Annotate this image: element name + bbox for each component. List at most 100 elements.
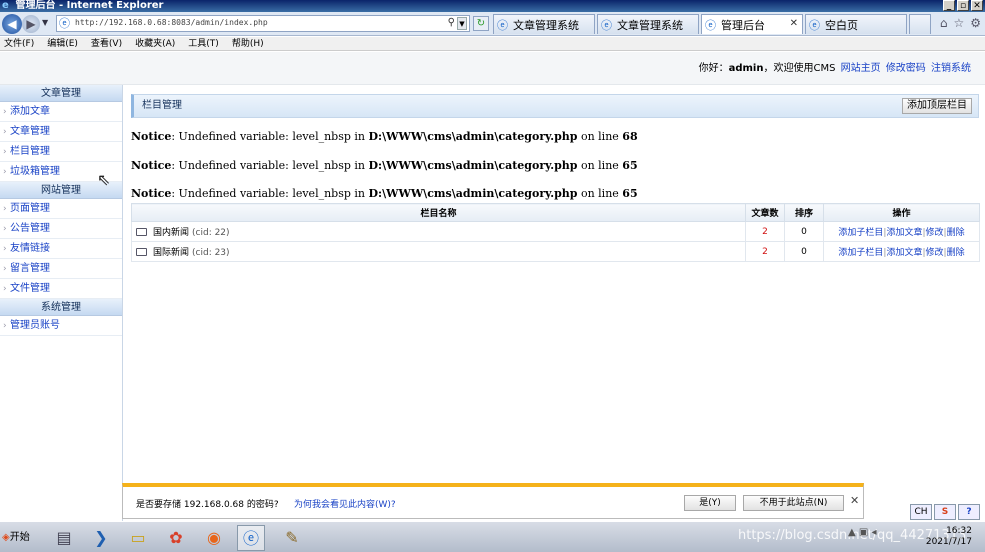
sidebar-item-category-manage[interactable]: 栏目管理 <box>0 142 122 162</box>
window-controls: _ ▫ ✕ <box>943 0 983 11</box>
change-password-link[interactable]: 修改密码 <box>886 63 926 74</box>
greeting-text: 你好： <box>698 63 729 74</box>
article-count: 2 <box>745 221 785 242</box>
category-name-cell: 国际新闻 (cid: 23) <box>131 241 746 262</box>
ie-page-icon: ⓔ <box>705 18 716 32</box>
sidebar-item-announcements[interactable]: 公告管理 <box>0 219 122 239</box>
refresh-icon[interactable]: ↻ <box>473 16 489 31</box>
address-bar[interactable]: ⓔ http://192.168.0.68:8083/admin/index.p… <box>56 15 470 32</box>
close-notification-icon[interactable]: ✕ <box>850 494 859 507</box>
internet-explorer-icon[interactable]: ⓔ <box>237 525 265 551</box>
color-wheel-icon[interactable]: ✿ <box>162 525 190 551</box>
clock[interactable]: 16:32 2021/7/17 <box>924 526 972 548</box>
search-icon[interactable]: ⚲ <box>448 17 455 28</box>
edit-link[interactable]: 修改 <box>926 228 944 238</box>
col-header-ops: 操作 <box>823 203 980 222</box>
never-for-site-button[interactable]: 不用于此站点(N) <box>743 495 844 511</box>
window-title: 管理后台 - Internet Explorer <box>15 0 164 11</box>
table-row: 国内新闻 (cid: 22) 2 0 添加子栏目|添加文章|修改|删除 <box>131 221 980 242</box>
sogou-ime-icon[interactable]: S <box>934 504 956 520</box>
forward-arrow-icon[interactable]: ▶ <box>22 15 40 33</box>
back-arrow-icon[interactable]: ◀ <box>2 14 22 34</box>
volume-icon[interactable]: ◂ <box>872 527 877 538</box>
folder-icon <box>136 227 147 236</box>
browser-toolbar: ◀ ▶ ▼ ⓔ http://192.168.0.68:8083/admin/i… <box>0 12 985 36</box>
tool-app-icon[interactable]: ✎ <box>278 525 306 551</box>
sidebar-section-system[interactable]: 系统管理 <box>0 299 122 316</box>
home-icon[interactable]: ⌂ <box>940 16 948 30</box>
sidebar-item-links[interactable]: 友情链接 <box>0 239 122 259</box>
username: admin <box>728 63 764 74</box>
menu-favorites[interactable]: 收藏夹(A) <box>135 37 175 50</box>
site-home-link[interactable]: 网站主页 <box>841 63 881 74</box>
clock-date: 2021/7/17 <box>925 537 972 547</box>
close-window-button[interactable]: ✕ <box>971 0 983 11</box>
ie-page-icon: ⓔ <box>809 18 820 32</box>
powershell-icon[interactable]: ❯ <box>87 525 115 551</box>
menu-edit[interactable]: 编辑(E) <box>47 37 78 50</box>
add-article-link[interactable]: 添加文章 <box>886 248 922 258</box>
why-see-this-link[interactable]: 为何我会看见此内容(W)? <box>294 497 396 510</box>
sidebar-item-article-manage[interactable]: 文章管理 <box>0 122 122 142</box>
logout-link[interactable]: 注销系统 <box>931 63 971 74</box>
tab-admin[interactable]: ⓔ 管理后台 ✕ <box>701 14 803 34</box>
windows-logo-icon: ◈ <box>2 532 10 543</box>
settings-gear-icon[interactable]: ⚙ <box>970 16 981 30</box>
help-icon[interactable]: ? <box>958 504 980 520</box>
start-label: 开始 <box>9 532 30 543</box>
menu-file[interactable]: 文件(F) <box>4 37 34 50</box>
start-button[interactable]: ◈开始 <box>0 525 36 550</box>
sidebar-item-add-article[interactable]: 添加文章 <box>0 102 122 122</box>
menu-tools[interactable]: 工具(T) <box>188 37 219 50</box>
maximize-button[interactable]: ▫ <box>957 0 969 11</box>
sidebar-item-messages[interactable]: 留言管理 <box>0 259 122 279</box>
menu-help[interactable]: 帮助(H) <box>232 37 264 50</box>
browser-right-buttons: ⌂ ☆ ⚙ <box>940 16 981 30</box>
new-tab-button[interactable] <box>909 14 931 34</box>
sidebar-item-files[interactable]: 文件管理 <box>0 279 122 299</box>
clock-time: 16:32 <box>946 526 972 536</box>
ie-icon: e <box>2 0 9 11</box>
ime-ch-button[interactable]: CH <box>910 504 932 520</box>
tab-label: 文章管理系统 <box>617 18 683 32</box>
delete-link[interactable]: 删除 <box>947 248 965 258</box>
sidebar-section-article[interactable]: 文章管理 <box>0 85 122 102</box>
tab-label: 空白页 <box>825 18 858 32</box>
password-prompt-text: 是否要存储 192.168.0.68 的密码? <box>136 500 279 510</box>
close-tab-icon[interactable]: ✕ <box>790 18 798 29</box>
tab-article-system-2[interactable]: ⓔ 文章管理系统 <box>597 14 699 34</box>
history-dropdown-icon[interactable]: ▼ <box>42 18 48 27</box>
file-explorer-icon[interactable]: ▭ <box>124 525 152 551</box>
category-name: 国内新闻 <box>153 228 190 238</box>
article-count: 2 <box>745 241 785 262</box>
menu-view[interactable]: 查看(V) <box>91 37 122 50</box>
minimize-button[interactable]: _ <box>943 0 955 11</box>
sidebar-item-pages[interactable]: 页面管理 <box>0 199 122 219</box>
ie-page-icon: ⓔ <box>497 18 508 32</box>
firefox-icon[interactable]: ◉ <box>200 525 228 551</box>
page-content: 你好：admin，欢迎使用CMS 网站主页 修改密码 注销系统 文章管理 添加文… <box>0 52 985 521</box>
save-password-yes-button[interactable]: 是(Y) <box>684 495 736 511</box>
sort-value: 0 <box>784 221 824 242</box>
add-subcategory-link[interactable]: 添加子栏目 <box>838 228 883 238</box>
system-tray: ▲ ▣ ◂ <box>848 527 877 538</box>
network-icon[interactable]: ▣ <box>859 527 868 538</box>
edit-link[interactable]: 修改 <box>926 248 944 258</box>
add-top-category-button[interactable]: 添加顶层栏目 <box>902 98 972 114</box>
language-bar: CH S ? <box>910 504 980 520</box>
tray-expand-icon[interactable]: ▲ <box>848 527 856 538</box>
address-dropdown-icon[interactable]: ▼ <box>457 17 467 30</box>
main-panel: 栏目管理 添加顶层栏目 Notice: Undefined variable: … <box>123 85 985 521</box>
category-cid: (cid: 23) <box>192 248 230 258</box>
server-manager-icon[interactable]: ▤ <box>50 525 78 551</box>
tab-article-system-1[interactable]: ⓔ 文章管理系统 <box>493 14 595 34</box>
ie-page-icon: ⓔ <box>601 18 612 32</box>
tab-blank[interactable]: ⓔ 空白页 <box>805 14 907 34</box>
url-text[interactable]: http://192.168.0.68:8083/admin/index.php <box>75 18 268 27</box>
delete-link[interactable]: 删除 <box>947 228 965 238</box>
favorites-star-icon[interactable]: ☆ <box>953 16 964 30</box>
menu-bar: 文件(F) 编辑(E) 查看(V) 收藏夹(A) 工具(T) 帮助(H) <box>0 37 985 51</box>
sidebar-item-admin-accounts[interactable]: 管理员账号 <box>0 316 122 336</box>
add-article-link[interactable]: 添加文章 <box>886 228 922 238</box>
add-subcategory-link[interactable]: 添加子栏目 <box>838 248 883 258</box>
